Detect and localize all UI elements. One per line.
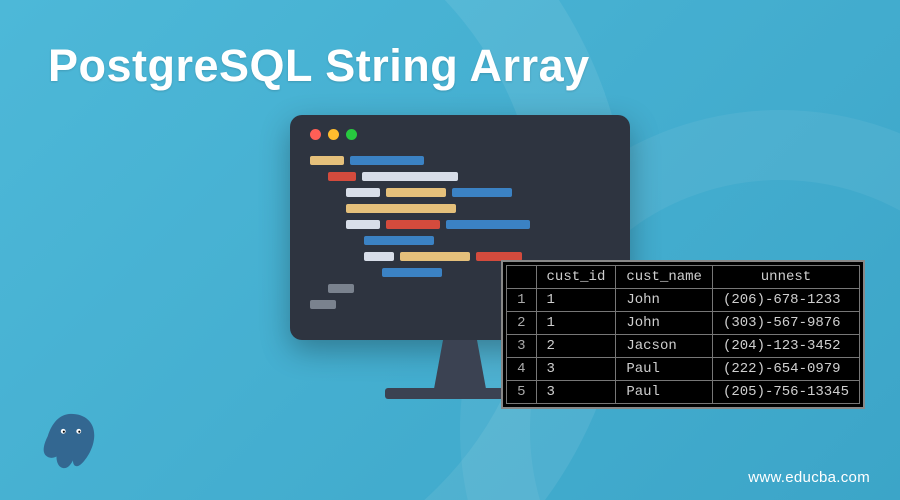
- minimize-icon: [328, 129, 339, 140]
- table-row: 32Jacson(204)-123-3452: [507, 335, 860, 358]
- column-header: unnest: [712, 266, 859, 289]
- window-controls: [310, 129, 610, 140]
- close-icon: [310, 129, 321, 140]
- column-header: cust_name: [616, 266, 713, 289]
- table-row: 11John(206)-678-1233: [507, 289, 860, 312]
- row-number-header: [507, 266, 536, 289]
- column-header: cust_id: [536, 266, 616, 289]
- site-url: www.educba.com: [748, 469, 870, 486]
- query-result-table: cust_id cust_name unnest 11John(206)-678…: [501, 260, 865, 409]
- table-row: 21John(303)-567-9876: [507, 312, 860, 335]
- monitor-stand: [426, 340, 494, 388]
- table-row: 43Paul(222)-654-0979: [507, 358, 860, 381]
- postgresql-logo-icon: [40, 410, 102, 472]
- maximize-icon: [346, 129, 357, 140]
- page-title: PostgreSQL String Array: [48, 40, 590, 92]
- table-row: 53Paul(205)-756-13345: [507, 381, 860, 404]
